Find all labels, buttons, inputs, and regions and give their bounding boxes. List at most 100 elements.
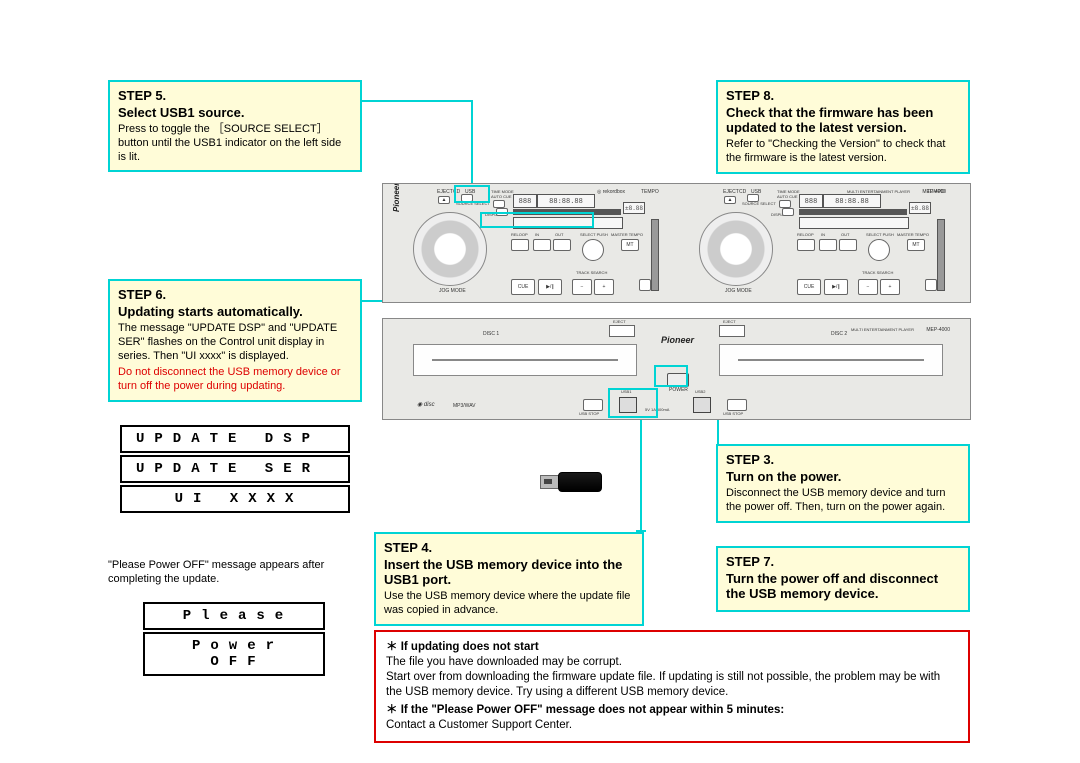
rekordbox-label: ◎ rekordbox bbox=[597, 189, 625, 195]
usbstop1-btn[interactable] bbox=[583, 399, 603, 411]
right-out-btn[interactable] bbox=[839, 239, 857, 251]
left-cue-btn[interactable]: CUE bbox=[511, 279, 535, 295]
cd-logo: ◉ disc bbox=[417, 401, 435, 408]
right-eject-btn[interactable]: ▲ bbox=[724, 196, 736, 204]
right-jog-wheel[interactable] bbox=[699, 212, 773, 286]
disc2-eject-btn[interactable] bbox=[719, 325, 745, 337]
step5-num: STEP 5. bbox=[118, 88, 352, 103]
right-tempo-range[interactable] bbox=[925, 279, 937, 291]
step6-heading: Updating starts automatically. bbox=[118, 304, 352, 319]
right-autocue: AUTO CUE bbox=[777, 194, 798, 199]
usb2-port[interactable] bbox=[693, 397, 711, 413]
left-tempo-range[interactable] bbox=[639, 279, 651, 291]
left-rotary[interactable] bbox=[582, 239, 604, 261]
left-timemode-btn[interactable] bbox=[493, 200, 505, 208]
callout-4h bbox=[636, 530, 646, 532]
left-play-btn[interactable]: ▶/∥ bbox=[538, 279, 562, 295]
right-reloop-btn[interactable] bbox=[797, 239, 815, 251]
annot-usb1 bbox=[608, 388, 658, 418]
display-ui-xxxx: UI XXXX bbox=[120, 485, 350, 513]
right-mt-label: MASTER TEMPO bbox=[897, 232, 929, 237]
right-mt-btn[interactable]: MT bbox=[907, 239, 925, 251]
display-poweroff: Power OFF bbox=[143, 632, 325, 676]
disc1-slot[interactable] bbox=[413, 344, 637, 376]
right-rotary[interactable] bbox=[868, 239, 890, 261]
left-jogmode-label: JOG MODE bbox=[439, 288, 466, 294]
left-jog-wheel[interactable] bbox=[413, 212, 487, 286]
warn-h2: ＊ If the "Please Power OFF" message does… bbox=[386, 703, 958, 718]
left-prev-btn[interactable]: − bbox=[572, 279, 592, 295]
left-autocue: AUTO CUE bbox=[491, 194, 512, 199]
display-update-dsp: UPDATE DSP bbox=[120, 425, 350, 453]
model-drive-text: MULTI ENTERTAINMENT PLAYER bbox=[851, 327, 914, 332]
step8-num: STEP 8. bbox=[726, 88, 960, 103]
warn-b3: Contact a Customer Support Center. bbox=[386, 718, 958, 733]
disc1-eject-btn[interactable] bbox=[609, 325, 635, 337]
warn-b2: Start over from downloading the firmware… bbox=[386, 670, 958, 700]
right-src-btn[interactable] bbox=[747, 194, 759, 202]
step3-num: STEP 3. bbox=[726, 452, 960, 467]
disc2-slot[interactable] bbox=[719, 344, 943, 376]
right-out-label: OUT bbox=[841, 232, 849, 237]
right-in-btn[interactable] bbox=[819, 239, 837, 251]
left-eject-label: EJECT bbox=[437, 189, 453, 195]
step7-box: STEP 7. Turn the power off and disconnec… bbox=[716, 546, 970, 612]
right-play-btn[interactable]: ▶/∥ bbox=[824, 279, 848, 295]
step4-body: Use the USB memory device where the upda… bbox=[384, 590, 634, 618]
left-reloop-label: RELOOP bbox=[511, 232, 528, 237]
left-tempo-label: TEMPO bbox=[641, 189, 659, 195]
right-prev-btn[interactable]: − bbox=[858, 279, 878, 295]
brand-logo: Pioneer bbox=[392, 183, 401, 212]
display-please: Please bbox=[143, 602, 325, 630]
left-mt-btn[interactable]: MT bbox=[621, 239, 639, 251]
left-reloop-btn[interactable] bbox=[511, 239, 529, 251]
left-in-btn[interactable] bbox=[533, 239, 551, 251]
warn-b1: The file you have downloaded may be corr… bbox=[386, 655, 958, 670]
left-tempo-slider[interactable] bbox=[651, 219, 659, 291]
step6-num: STEP 6. bbox=[118, 287, 352, 302]
left-out-btn[interactable] bbox=[553, 239, 571, 251]
step8-body: Refer to "Checking the Version" to check… bbox=[726, 138, 960, 166]
left-tracksearch: TRACK SEARCH bbox=[576, 270, 607, 275]
step3-box: STEP 3. Turn on the power. Disconnect th… bbox=[716, 444, 970, 523]
mp3-label: MP3/WAV bbox=[453, 403, 476, 409]
right-tempo-slider[interactable] bbox=[937, 219, 945, 291]
disc2-label: DISC 2 bbox=[831, 331, 847, 337]
display-update-ser: UPDATE SER bbox=[120, 455, 350, 483]
step3-heading: Turn on the power. bbox=[726, 469, 960, 484]
step8-heading: Check that the firmware has been updated… bbox=[726, 105, 960, 135]
warn-h1: ＊ If updating does not start bbox=[386, 640, 958, 655]
right-seg-text bbox=[799, 217, 909, 229]
left-next-btn[interactable]: + bbox=[594, 279, 614, 295]
right-in-label: IN bbox=[821, 232, 825, 237]
left-eject-btn[interactable]: ▲ bbox=[438, 196, 450, 204]
left-out-label: OUT bbox=[555, 232, 563, 237]
right-next-btn[interactable]: + bbox=[880, 279, 900, 295]
right-tracksearch: TRACK SEARCH bbox=[862, 270, 893, 275]
left-seg-time: 88:88.88 bbox=[537, 194, 595, 208]
left-selectpush: SELECT PUSH bbox=[580, 232, 608, 237]
left-mt-label: MASTER TEMPO bbox=[611, 232, 643, 237]
step5-heading: Select USB1 source. bbox=[118, 105, 352, 120]
right-display-btn[interactable] bbox=[782, 208, 794, 216]
step6-body1: The message "UPDATE DSP" and "UPDATE SER… bbox=[118, 322, 352, 363]
callout-5 bbox=[362, 100, 472, 102]
disc1-label: DISC 1 bbox=[483, 331, 499, 337]
step7-num: STEP 7. bbox=[726, 554, 960, 569]
usbstop2-label: USB STOP bbox=[723, 411, 743, 416]
usbstop2-btn[interactable] bbox=[727, 399, 747, 411]
right-jogmode-label: JOG MODE bbox=[725, 288, 752, 294]
annot-source-select bbox=[454, 185, 490, 203]
right-tempo-label: TEMPO bbox=[927, 189, 945, 195]
right-eject-label: EJECT bbox=[723, 189, 739, 195]
step4-num: STEP 4. bbox=[384, 540, 634, 555]
right-cue-btn[interactable]: CUE bbox=[797, 279, 821, 295]
callout-5v bbox=[471, 100, 473, 185]
step6-notes: "Please Power OFF" message appears after… bbox=[108, 558, 362, 587]
step6-warning: Do not disconnect the USB memory device … bbox=[118, 366, 352, 394]
right-selectpush: SELECT PUSH bbox=[866, 232, 894, 237]
page-root: STEP 5. Select USB1 source. Press to tog… bbox=[0, 0, 1080, 763]
right-timemode-btn[interactable] bbox=[779, 200, 791, 208]
step8-box: STEP 8. Check that the firmware has been… bbox=[716, 80, 970, 174]
brand-logo-drive: Pioneer bbox=[661, 335, 694, 345]
